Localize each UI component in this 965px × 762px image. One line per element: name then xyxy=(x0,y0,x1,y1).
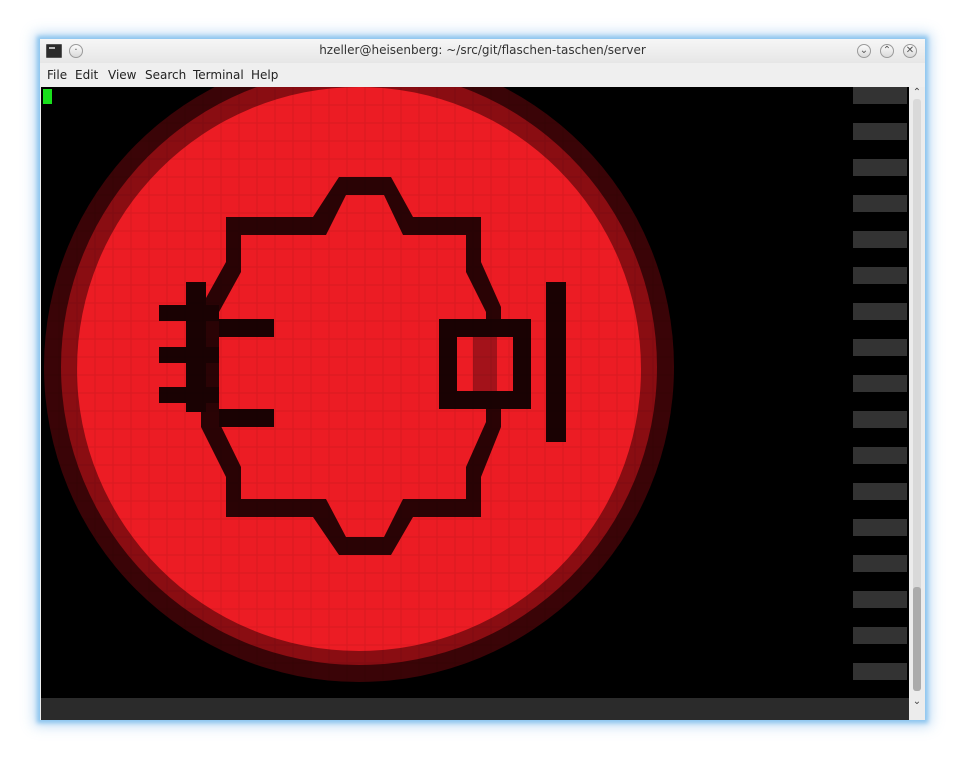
terminal-window: · hzeller@heisenberg: ~/src/git/flaschen… xyxy=(40,39,925,720)
stripe xyxy=(853,483,907,500)
stripe xyxy=(853,159,907,176)
stripe xyxy=(853,231,907,248)
close-button[interactable]: ✕ xyxy=(903,44,917,58)
stripe xyxy=(853,303,907,320)
menu-edit[interactable]: Edit xyxy=(75,68,98,82)
scroll-up-arrow-icon[interactable]: ⌃ xyxy=(909,87,925,99)
stripe xyxy=(853,447,907,464)
menu-view[interactable]: View xyxy=(108,68,136,82)
stripe xyxy=(853,123,907,140)
maximize-button[interactable]: ⌃ xyxy=(880,44,894,58)
scrollbar-thumb[interactable] xyxy=(913,587,921,691)
vertical-scrollbar[interactable]: ⌃ ⌄ xyxy=(909,87,925,720)
window-title: hzeller@heisenberg: ~/src/git/flaschen-t… xyxy=(319,43,646,57)
stripe xyxy=(853,375,907,392)
scrollback-stripes xyxy=(853,87,907,698)
stripe xyxy=(853,519,907,536)
stripe xyxy=(853,195,907,212)
stripe xyxy=(853,87,907,104)
menu-terminal[interactable]: Terminal xyxy=(193,68,244,82)
menu-file[interactable]: File xyxy=(47,68,67,82)
stripe xyxy=(853,591,907,608)
stripe xyxy=(853,339,907,356)
stripe xyxy=(853,411,907,428)
pixel-art-image xyxy=(41,87,909,698)
terminal-bottom-strip xyxy=(41,698,909,720)
menu-help[interactable]: Help xyxy=(251,68,278,82)
stripe xyxy=(853,267,907,284)
title-bar[interactable]: · hzeller@heisenberg: ~/src/git/flaschen… xyxy=(40,39,925,63)
terminal-cursor xyxy=(43,89,52,104)
stripe xyxy=(853,555,907,572)
terminal-output-area[interactable] xyxy=(41,87,909,698)
stripe xyxy=(853,663,907,680)
stripe xyxy=(853,627,907,644)
minimize-button[interactable]: ⌄ xyxy=(857,44,871,58)
menu-bar: File Edit View Search Terminal Help xyxy=(40,63,925,87)
menu-search[interactable]: Search xyxy=(145,68,186,82)
scroll-down-arrow-icon[interactable]: ⌄ xyxy=(909,696,925,708)
